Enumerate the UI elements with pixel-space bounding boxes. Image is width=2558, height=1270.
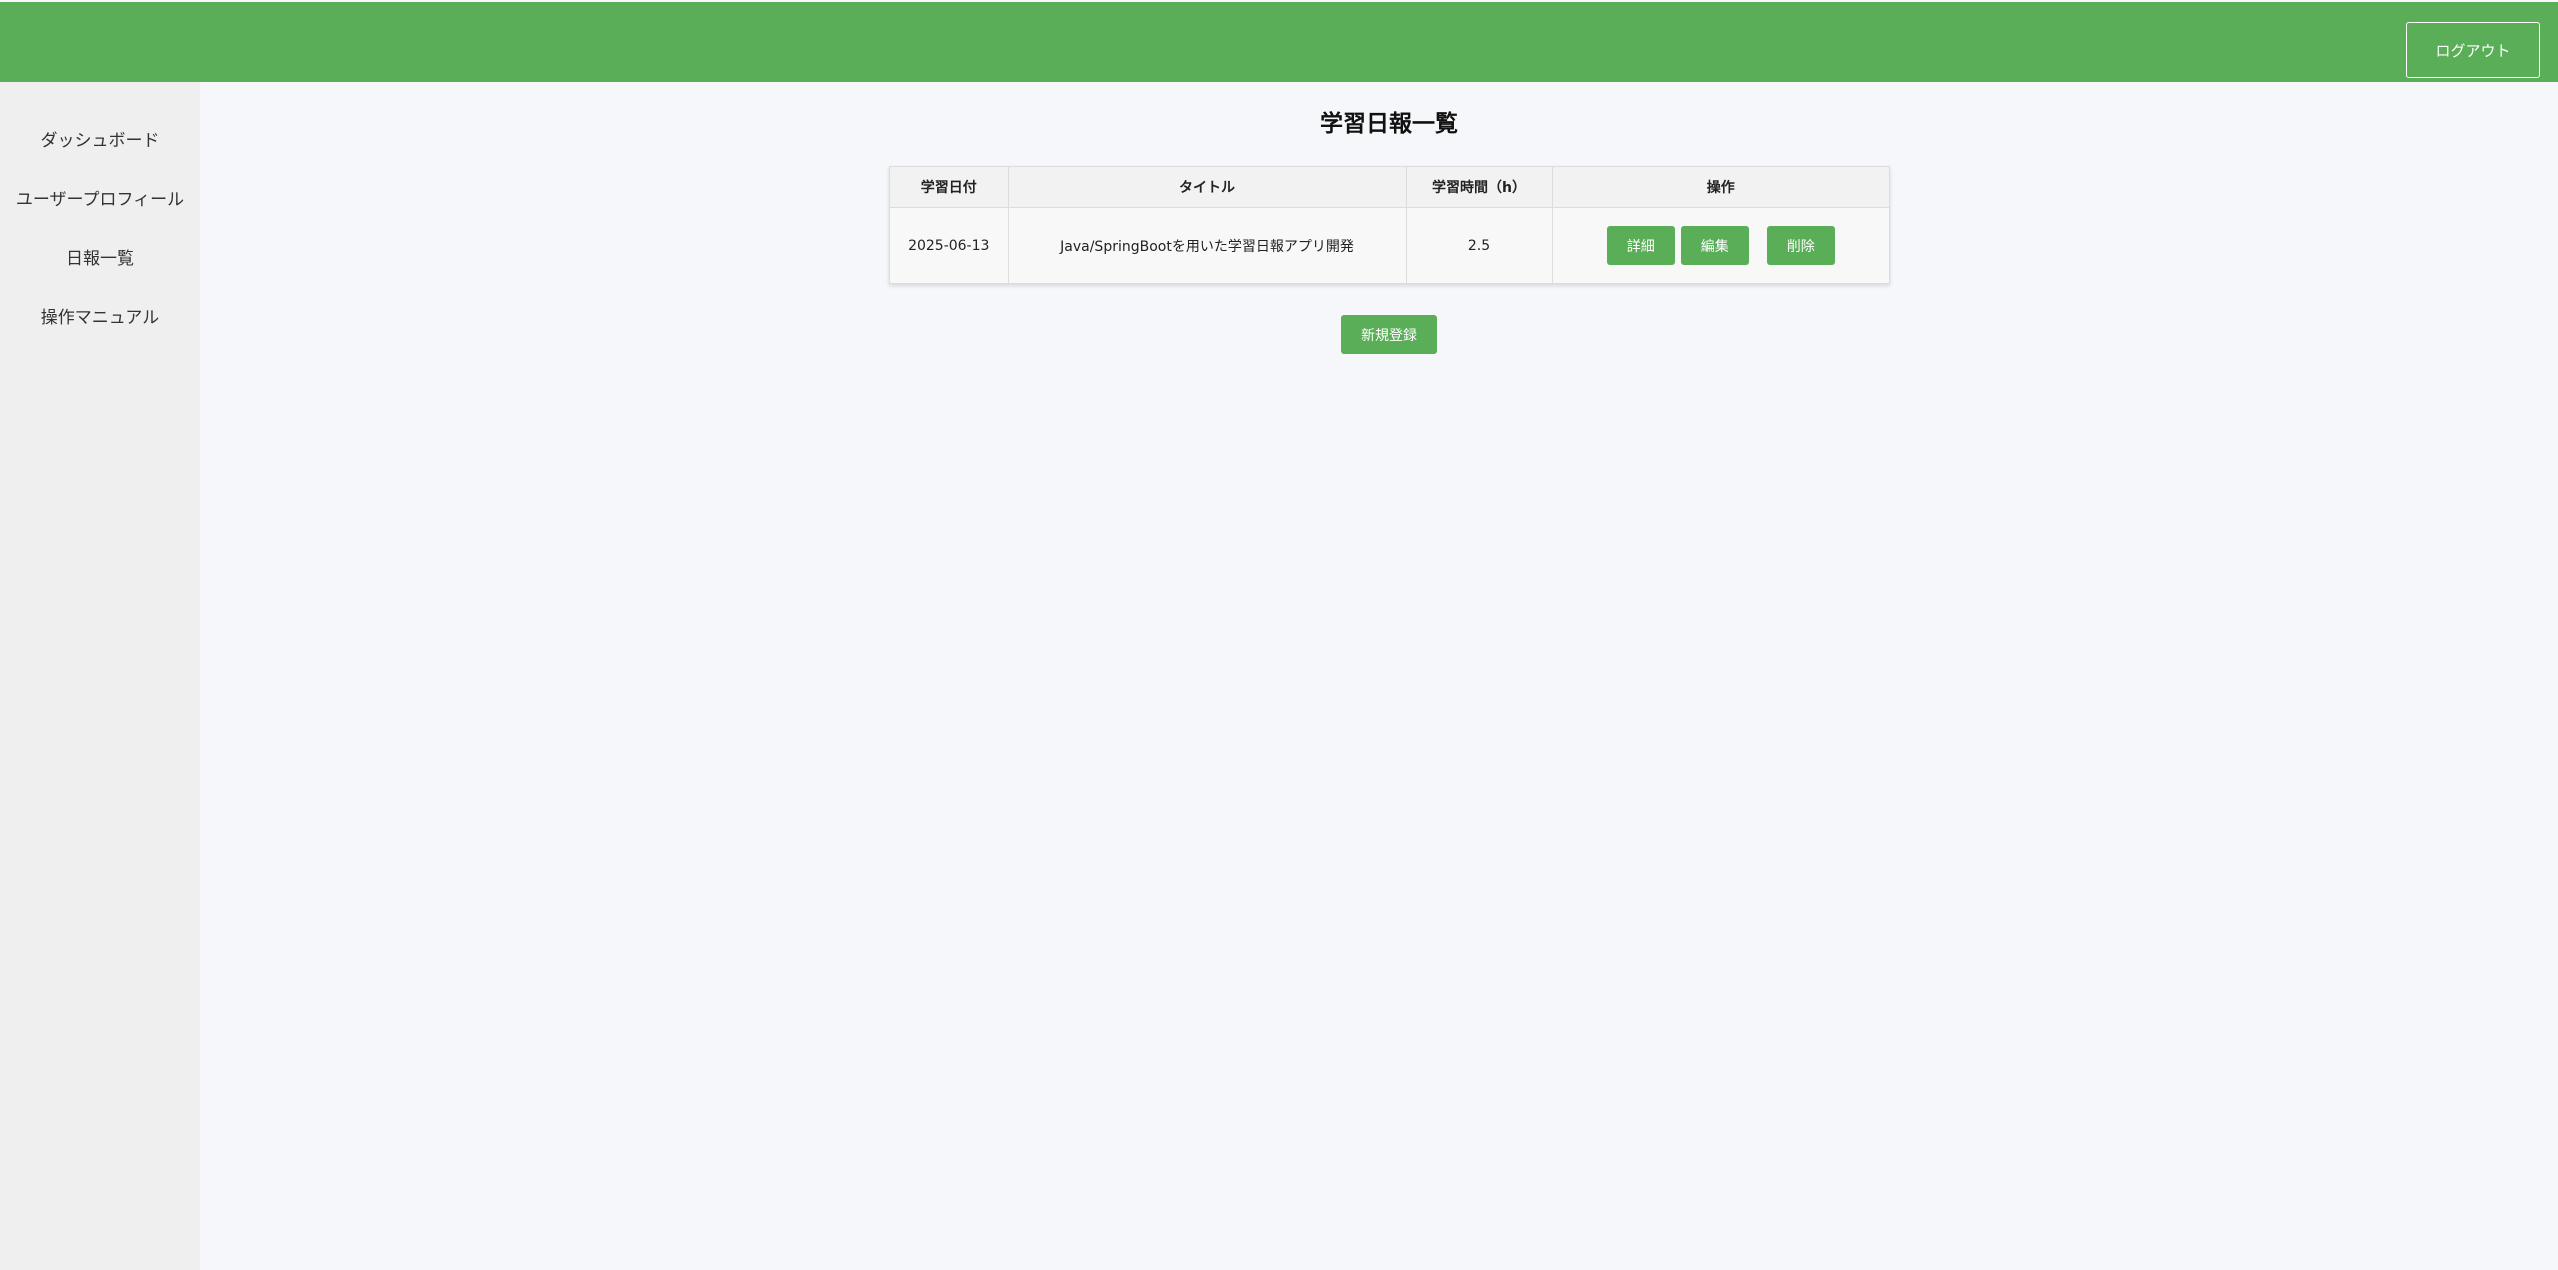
column-header-title: タイトル — [1008, 167, 1407, 208]
report-table: 学習日付 タイトル 学習時間（h） 操作 2025-06-13 Java/Spr… — [890, 167, 1889, 283]
cell-hours: 2.5 — [1406, 207, 1553, 283]
top-header-bar: ログアウト — [0, 2, 2558, 82]
new-registration-button[interactable]: 新規登録 — [1341, 315, 1437, 354]
cell-date: 2025-06-13 — [890, 207, 1009, 283]
report-table-container: 学習日付 タイトル 学習時間（h） 操作 2025-06-13 Java/Spr… — [889, 166, 1890, 284]
delete-button[interactable]: 削除 — [1766, 226, 1835, 265]
cell-actions: 詳細 編集 削除 — [1552, 207, 1889, 283]
sidebar-item-report-list[interactable]: 日報一覧 — [0, 227, 200, 286]
main-content: 学習日報一覧 学習日付 タイトル 学習時間（h） 操作 2025-06-13 J… — [200, 82, 2558, 1270]
page-title: 学習日報一覧 — [1320, 111, 1458, 137]
sidebar-item-user-profile[interactable]: ユーザープロフィール — [0, 168, 200, 227]
sidebar-item-dashboard[interactable]: ダッシュボード — [0, 109, 200, 168]
logout-button[interactable]: ログアウト — [2406, 22, 2540, 78]
column-header-date: 学習日付 — [890, 167, 1009, 208]
table-header-row: 学習日付 タイトル 学習時間（h） 操作 — [890, 167, 1889, 208]
table-row: 2025-06-13 Java/SpringBootを用いた学習日報アプリ開発 … — [890, 207, 1889, 283]
column-header-hours: 学習時間（h） — [1406, 167, 1553, 208]
sidebar-item-manual[interactable]: 操作マニュアル — [0, 286, 200, 345]
cell-title: Java/SpringBootを用いた学習日報アプリ開発 — [1008, 207, 1407, 283]
detail-button[interactable]: 詳細 — [1606, 226, 1675, 265]
edit-button[interactable]: 編集 — [1680, 226, 1749, 265]
column-header-actions: 操作 — [1552, 167, 1889, 208]
sidebar-nav: ダッシュボード ユーザープロフィール 日報一覧 操作マニュアル — [0, 82, 200, 345]
sidebar: ダッシュボード ユーザープロフィール 日報一覧 操作マニュアル — [0, 82, 200, 1270]
